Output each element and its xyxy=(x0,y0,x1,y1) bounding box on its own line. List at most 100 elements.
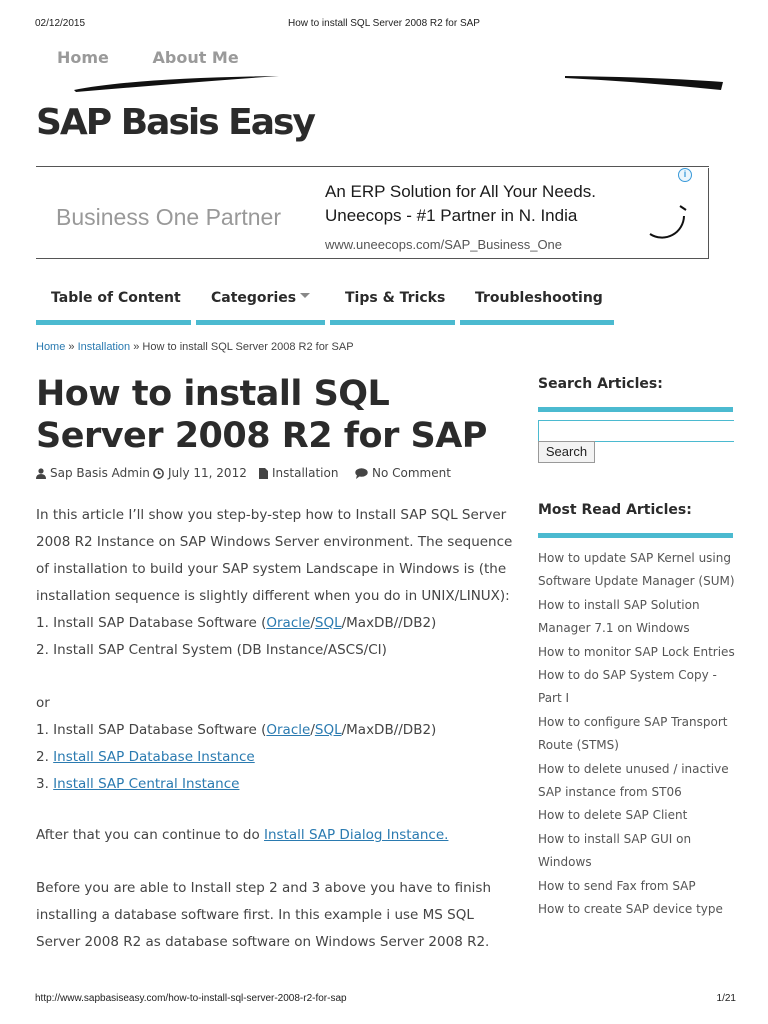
ad-headline[interactable]: An ERP Solution for All Your Needs. Unee… xyxy=(325,180,655,228)
install-central-instance-link[interactable]: Install SAP Central Instance xyxy=(53,776,239,792)
intro-line: 2008 R2 Instance on SAP Windows Server e… xyxy=(36,534,513,550)
before-line: Server 2008 R2 as database software on W… xyxy=(36,934,490,950)
sql-link[interactable]: SQL xyxy=(315,615,342,631)
meta-date: July 11, 2012 xyxy=(153,466,247,480)
search-heading: Search Articles: xyxy=(538,376,663,392)
breadcrumb-current: How to install SQL Server 2008 R2 for SA… xyxy=(142,341,354,353)
print-footer-url: http://www.sapbasiseasy.com/how-to-insta… xyxy=(35,993,347,1004)
before-line: Before you are able to Install step 2 an… xyxy=(36,880,491,896)
intro-line: installation sequence is slightly differ… xyxy=(36,588,510,604)
step-text: 1. Install SAP Database Software ( xyxy=(36,722,267,738)
meta-date-text: July 11, 2012 xyxy=(168,466,247,480)
print-doc-title: How to install SQL Server 2008 R2 for SA… xyxy=(288,18,480,29)
document-icon xyxy=(259,468,268,479)
article-before: Before you are able to Install step 2 an… xyxy=(36,875,516,956)
most-read-item[interactable]: How to install SAP Solution Manager 7.1 o… xyxy=(538,594,738,641)
ad-info-icon[interactable]: i xyxy=(678,168,692,182)
nav-swoosh-right xyxy=(565,76,723,90)
tab-underline-1 xyxy=(36,320,191,325)
breadcrumb-category[interactable]: Installation xyxy=(78,341,131,353)
most-read-line: How to do SAP System Copy - xyxy=(538,668,717,683)
most-read-heading: Most Read Articles: xyxy=(538,502,692,518)
most-read-line: How to install SAP Solution xyxy=(538,597,700,612)
title-divider xyxy=(36,166,709,167)
meta-author-text: Sap Basis Admin xyxy=(50,466,150,480)
intro-line: of installation to build your SAP system… xyxy=(36,561,507,577)
tab-categories[interactable]: Categories xyxy=(211,290,296,306)
step-text: /MaxDB//DB2) xyxy=(341,722,437,738)
after-text: After that you can continue to do xyxy=(36,827,265,843)
most-read-item[interactable]: How to install SAP GUI on Windows xyxy=(538,828,738,875)
clock-icon xyxy=(153,468,164,479)
tab-troubleshooting[interactable]: Troubleshooting xyxy=(475,290,603,306)
most-read-item[interactable]: How to configure SAP Transport Route (STM… xyxy=(538,711,738,758)
most-read-line: Software Update Manager (SUM) xyxy=(538,574,735,589)
intro-line: In this article I’ll show you step-by-st… xyxy=(36,507,507,523)
or-text: or xyxy=(36,695,50,711)
article-body-alt: or 1. Install SAP Database Software (Ora… xyxy=(36,690,516,798)
most-read-line: How to delete unused / inactive xyxy=(538,761,729,776)
site-title[interactable]: SAP Basis Easy xyxy=(36,102,316,143)
meta-category[interactable]: Installation xyxy=(259,466,338,480)
sql-link[interactable]: SQL xyxy=(315,722,342,738)
search-button[interactable]: Search xyxy=(538,441,595,463)
meta-comments[interactable]: No Comment xyxy=(355,466,451,480)
step-3b: 3. Install SAP Central Instance xyxy=(36,771,516,798)
most-read-line: Windows xyxy=(538,855,592,870)
oracle-link[interactable]: Oracle xyxy=(266,615,310,631)
install-dialog-instance-link[interactable]: Install SAP Dialog Instance. xyxy=(264,827,448,843)
tab-table-of-content[interactable]: Table of Content xyxy=(51,290,181,306)
breadcrumb: Home » Installation » How to install SQL… xyxy=(36,341,354,353)
most-read-line: How to install SAP GUI on xyxy=(538,831,692,846)
most-read-line: SAP instance from ST06 xyxy=(538,785,682,800)
step-1b: 1. Install SAP Database Software (Oracle… xyxy=(36,717,516,744)
meta-category-text: Installation xyxy=(272,466,339,480)
breadcrumb-home[interactable]: Home xyxy=(36,341,65,353)
install-db-instance-link[interactable]: Install SAP Database Instance xyxy=(53,749,255,765)
top-nav: Home About Me xyxy=(57,48,277,67)
most-read-line: How to monitor SAP Lock Entries xyxy=(538,644,735,659)
step-text: 3. xyxy=(36,776,54,792)
search-heading-bar xyxy=(538,407,733,412)
before-line: installing a database software first. In… xyxy=(36,907,474,923)
search-input[interactable] xyxy=(538,420,734,442)
tab-tips-tricks[interactable]: Tips & Tricks xyxy=(345,290,445,306)
nav-home-link[interactable]: Home xyxy=(57,48,109,67)
categories-caret-icon[interactable] xyxy=(300,293,310,298)
print-page-number: 1/21 xyxy=(716,993,736,1004)
step-text: 1. Install SAP Database Software ( xyxy=(36,615,267,631)
ad-arrow-icon[interactable] xyxy=(636,196,692,240)
nav-about-link[interactable]: About Me xyxy=(152,48,238,67)
most-read-item[interactable]: How to delete SAP Client xyxy=(538,804,738,827)
article-title: How to install SQL Server 2008 R2 for SA… xyxy=(36,374,487,456)
meta-author[interactable]: Sap Basis Admin xyxy=(36,466,150,480)
tab-underline-4 xyxy=(460,320,614,325)
step-1a: 1. Install SAP Database Software (Oracle… xyxy=(36,610,516,637)
most-read-item[interactable]: How to delete unused / inactive SAP insta… xyxy=(538,758,738,805)
article-body: In this article I’ll show you step-by-st… xyxy=(36,502,516,664)
most-read-item[interactable]: How to send Fax from SAP xyxy=(538,875,738,898)
ad-headline-line-1: An ERP Solution for All Your Needs. xyxy=(325,182,596,201)
most-read-line: How to delete SAP Client xyxy=(538,808,688,823)
step-2a: 2. Install SAP Central System (DB Instan… xyxy=(36,642,387,658)
most-read-line: How to update SAP Kernel using xyxy=(538,551,731,565)
oracle-link[interactable]: Oracle xyxy=(266,722,310,738)
ad-banner[interactable]: Business One Partner An ERP Solution for… xyxy=(36,168,709,259)
user-icon xyxy=(36,468,46,479)
most-read-item[interactable]: How to monitor SAP Lock Entries xyxy=(538,641,738,664)
ad-brand[interactable]: Business One Partner xyxy=(56,204,281,231)
nav-swoosh-left xyxy=(74,76,279,92)
breadcrumb-sep: » xyxy=(65,341,78,353)
ad-headline-line-2: Uneecops - #1 Partner in N. India xyxy=(325,206,578,225)
ad-url[interactable]: www.uneecops.com/SAP_Business_One xyxy=(325,237,562,252)
most-read-item[interactable]: How to update SAP Kernel using Software U… xyxy=(538,547,738,594)
most-read-line: Manager 7.1 on Windows xyxy=(538,621,690,636)
most-read-item[interactable]: How to do SAP System Copy - Part I xyxy=(538,664,738,711)
most-read-item[interactable]: How to create SAP device type xyxy=(538,898,738,921)
article-after: After that you can continue to do Instal… xyxy=(36,822,516,849)
step-2b: 2. Install SAP Database Instance xyxy=(36,744,516,771)
tab-underline-2 xyxy=(196,320,325,325)
meta-comments-text: No Comment xyxy=(372,466,451,480)
most-read-line: How to send Fax from SAP xyxy=(538,878,696,893)
after-line: After that you can continue to do Instal… xyxy=(36,822,516,849)
